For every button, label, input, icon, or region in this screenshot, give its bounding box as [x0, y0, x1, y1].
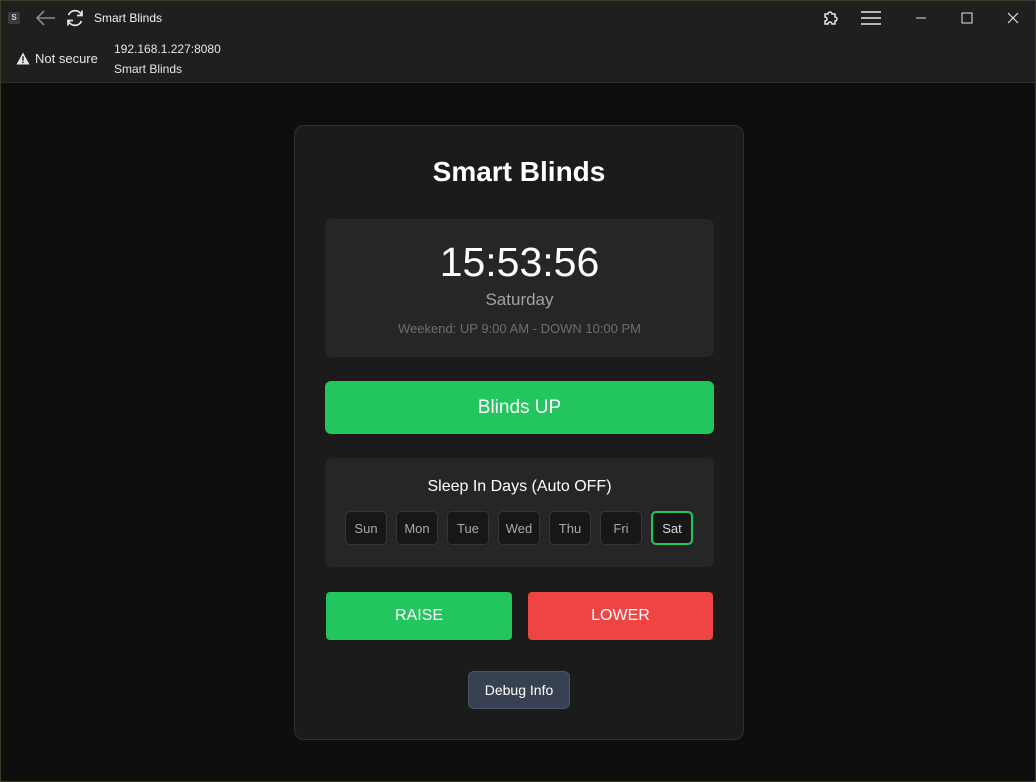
security-label: Not secure	[35, 51, 98, 66]
debug-info-button[interactable]: Debug Info	[468, 671, 570, 709]
tab-title: Smart Blinds	[94, 11, 163, 25]
maximize-icon[interactable]	[956, 8, 978, 28]
app-card: Smart Blinds 15:53:56 Saturday Weekend: …	[294, 125, 744, 740]
minimize-icon[interactable]	[910, 8, 932, 28]
back-arrow-icon[interactable]	[35, 8, 57, 28]
warning-triangle-icon	[16, 52, 30, 65]
clock-panel: 15:53:56 Saturday Weekend: UP 9:00 AM - …	[325, 219, 714, 357]
raise-button[interactable]: RAISE	[326, 592, 512, 640]
day-toggle-fri[interactable]: Fri	[600, 511, 642, 545]
page-name: Smart Blinds	[114, 62, 183, 76]
clock-day: Saturday	[485, 290, 554, 309]
close-icon[interactable]	[1002, 8, 1024, 28]
day-toggle-tue[interactable]: Tue	[447, 511, 489, 545]
clock-time: 15:53:56	[439, 239, 600, 285]
browser-window: S Smart Blinds Not secure 192.168.1.227:…	[0, 0, 1036, 782]
clock-schedule: Weekend: UP 9:00 AM - DOWN 10:00 PM	[397, 321, 641, 336]
url-text[interactable]: 192.168.1.227:8080	[114, 42, 221, 56]
reload-icon[interactable]	[64, 7, 86, 29]
title-bar: S Smart Blinds	[1, 1, 1035, 35]
day-toggle-mon[interactable]: Mon	[396, 511, 438, 545]
day-toggle-sun[interactable]: Sun	[345, 511, 387, 545]
security-indicator[interactable]: Not secure	[16, 51, 98, 66]
page-title: Smart Blinds	[432, 156, 606, 187]
lower-button[interactable]: LOWER	[528, 592, 713, 640]
address-bar: Not secure 192.168.1.227:8080 Smart Blin…	[1, 35, 1035, 83]
favicon-icon: S	[8, 12, 20, 24]
blinds-status-button[interactable]: Blinds UP	[325, 381, 714, 434]
sleep-in-days-panel: Sleep In Days (Auto OFF) Sun Mon Tue Wed…	[325, 458, 714, 567]
day-toggle-group: Sun Mon Tue Wed Thu Fri Sat	[345, 511, 693, 545]
day-toggle-sat[interactable]: Sat	[651, 511, 693, 545]
hamburger-menu-icon[interactable]	[860, 8, 882, 28]
day-toggle-thu[interactable]: Thu	[549, 511, 591, 545]
day-toggle-wed[interactable]: Wed	[498, 511, 540, 545]
sleep-in-days-title: Sleep In Days (Auto OFF)	[427, 478, 612, 495]
puzzle-icon[interactable]	[820, 7, 842, 29]
